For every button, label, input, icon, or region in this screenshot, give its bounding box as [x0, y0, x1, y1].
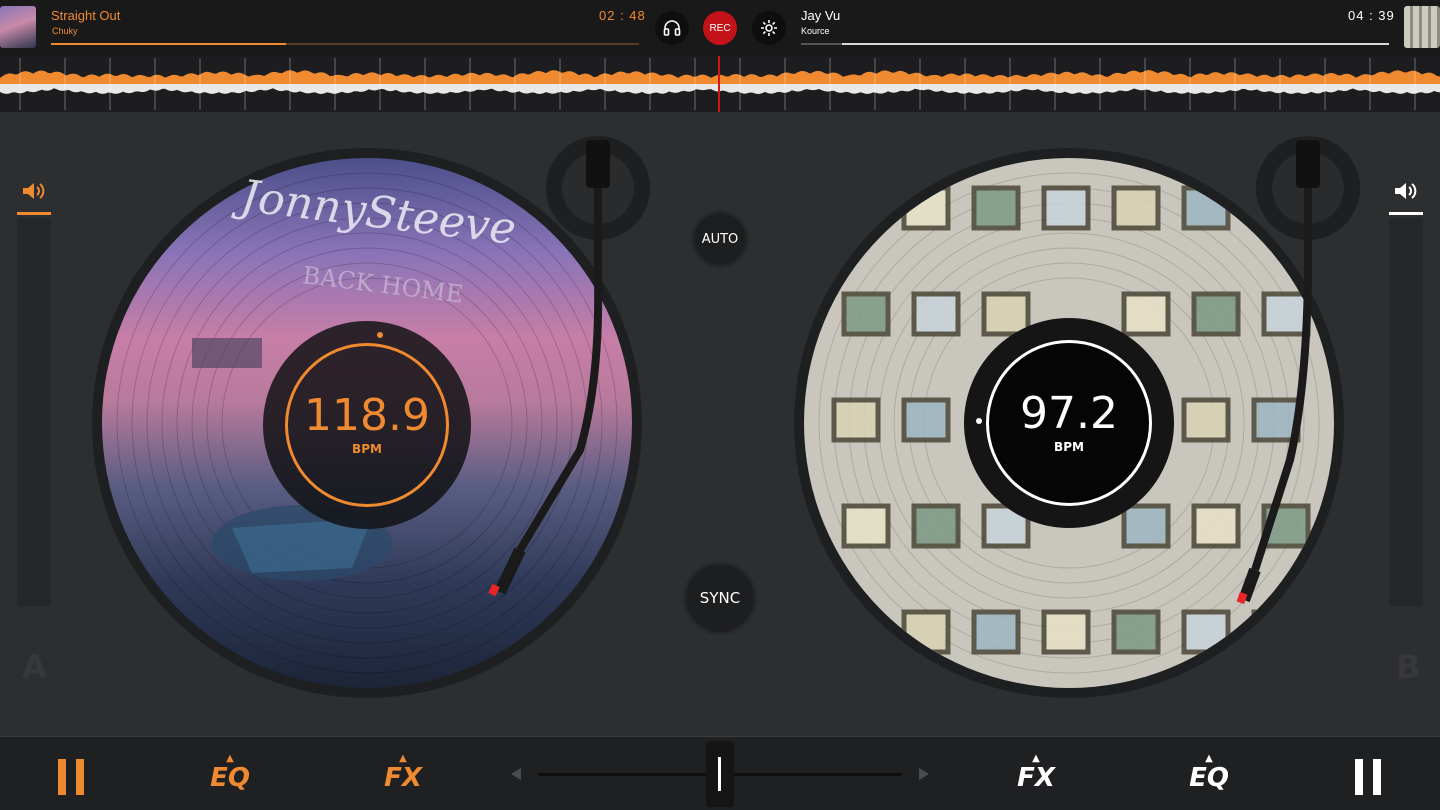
- caret-up-icon: ▲: [1032, 753, 1040, 764]
- dj-app: Straight Out Chuky 02 : 48 REC Jay Vu Ko…: [0, 0, 1440, 810]
- bottom-bar: ▲ EQ ▲ FX ▲ FX ▲ EQ: [0, 736, 1440, 810]
- caret-up-icon: ▲: [226, 753, 234, 764]
- deck-b-volume-slider[interactable]: [1389, 218, 1423, 606]
- deck-a-position-dot: [377, 332, 383, 338]
- deck-a-fx-button[interactable]: ▲ FX: [373, 749, 433, 799]
- gear-icon: [761, 20, 777, 36]
- speaker-icon: [23, 183, 45, 199]
- deck-b-letter: B: [1396, 648, 1421, 686]
- deck-b-bpm-value: 97.2: [1020, 388, 1118, 439]
- deck-b-volume-button[interactable]: [1389, 176, 1423, 206]
- crossfader-handle[interactable]: [706, 741, 734, 807]
- deck-a-bpm-display[interactable]: 118.9 BPM: [285, 343, 449, 507]
- deck-a-artist: Chuky: [52, 26, 78, 36]
- crossfader-right-arrow-icon[interactable]: [916, 766, 932, 782]
- deck-b-eq-label: EQ: [1189, 763, 1229, 793]
- deck-a-volume-indicator: [17, 212, 51, 215]
- waveform-graphic: [0, 56, 1440, 112]
- deck-b-position-dot: [976, 418, 982, 424]
- auto-button[interactable]: AUTO: [694, 213, 746, 265]
- deck-a-pause-button[interactable]: [58, 759, 86, 795]
- record-button[interactable]: REC: [703, 11, 737, 45]
- deck-a-volume-button[interactable]: [17, 176, 51, 206]
- waveform-overview[interactable]: [0, 56, 1440, 112]
- deck-b-progress[interactable]: [801, 43, 1389, 45]
- deck-a-tonearm[interactable]: [480, 130, 680, 610]
- deck-b-volume-indicator: [1389, 212, 1423, 215]
- deck-b-track-title: Jay Vu: [801, 8, 841, 23]
- pause-icon: [58, 759, 66, 795]
- deck-b-fx-button[interactable]: ▲ FX: [1006, 749, 1066, 799]
- sync-button[interactable]: SYNC: [686, 564, 754, 632]
- deck-a-bpm-label: BPM: [352, 442, 382, 456]
- deck-b-artist: Kource: [801, 26, 830, 36]
- crossfader-left-arrow-icon[interactable]: [508, 766, 524, 782]
- deck-b-eq-button[interactable]: ▲ EQ: [1179, 749, 1239, 799]
- deck-a-letter: A: [22, 648, 47, 686]
- pause-icon: [1355, 759, 1363, 795]
- deck-a-track-title: Straight Out: [51, 8, 121, 23]
- deck-a-volume-slider[interactable]: [17, 218, 51, 606]
- deck-b-pause-button[interactable]: [1355, 759, 1383, 795]
- deck-b-bpm-display[interactable]: 97.2 BPM: [986, 340, 1152, 506]
- deck-a-time: 02 : 48: [599, 8, 646, 23]
- deck-a-fx-label: FX: [384, 763, 422, 793]
- headphones-button[interactable]: [655, 11, 689, 45]
- caret-up-icon: ▲: [399, 753, 407, 764]
- top-bar: Straight Out Chuky 02 : 48 REC Jay Vu Ko…: [0, 0, 1440, 56]
- deck-b-fx-label: FX: [1017, 763, 1055, 793]
- deck-b-cover-thumbnail[interactable]: [1404, 6, 1440, 48]
- speaker-icon: [1395, 183, 1417, 199]
- deck-a-cover-thumbnail[interactable]: [0, 6, 36, 48]
- deck-a-bpm-value: 118.9: [304, 390, 430, 441]
- deck-b-time: 04 : 39: [1348, 8, 1395, 23]
- deck-a-eq-label: EQ: [210, 763, 250, 793]
- deck-a-eq-button[interactable]: ▲ EQ: [200, 749, 260, 799]
- deck-a-progress[interactable]: [51, 43, 639, 45]
- settings-button[interactable]: [752, 11, 786, 45]
- headphones-icon: [663, 20, 681, 36]
- caret-up-icon: ▲: [1205, 753, 1213, 764]
- deck-b-tonearm[interactable]: [1180, 130, 1380, 610]
- deck-b-bpm-label: BPM: [1054, 440, 1084, 454]
